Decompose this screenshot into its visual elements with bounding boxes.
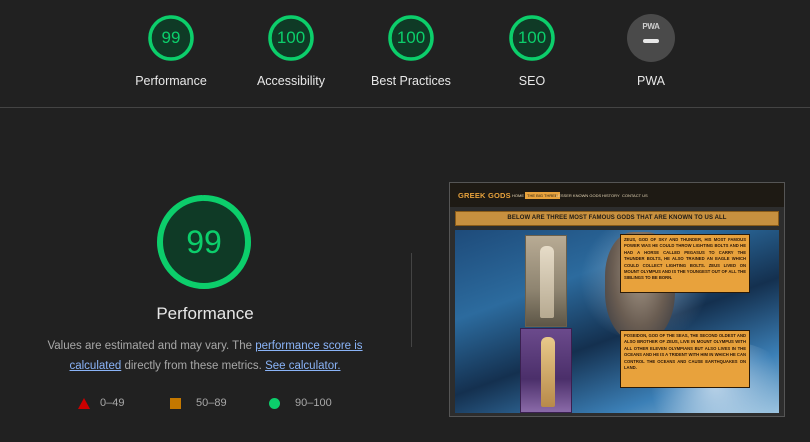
zeus-card: ZEUS, GOD OF SKY AND THUNDER, HIS MOST F… [620,234,750,293]
gauge-label: PWA [636,74,665,88]
legend-label: 50–89 [196,397,227,409]
zeus-statue-image [525,235,567,327]
site-nav-item: HOME [512,193,524,198]
site-banner-text: BELOW ARE THREE MOST FAMOUS GODS THAT AR… [507,215,727,221]
see-calculator-link[interactable]: See calculator. [265,360,340,372]
legend-label: 0–49 [100,397,125,409]
statue-figure [540,246,554,318]
final-screenshot[interactable]: GREEK GODS HOME THE BIG THREE LESSER KNO… [449,182,785,417]
site-nav-item-active: THE BIG THREE [525,192,560,199]
site-banner: BELOW ARE THREE MOST FAMOUS GODS THAT AR… [455,211,779,226]
score-ring: 100 [267,14,315,62]
site-nav: GREEK GODS HOME THE BIG THREE LESSER KNO… [450,183,784,207]
score-ring: 100 [508,14,556,62]
pwa-badge-text: PWA [642,22,660,31]
triangle-icon [78,398,90,409]
statue-figure [541,337,555,407]
poseidon-card: POSEIDON, GOD OF THE SEAS, THE SECOND OL… [620,330,750,388]
performance-description: Values are estimated and may vary. The p… [30,336,380,376]
score-value: 100 [517,28,547,47]
performance-gauge: 99 [155,193,253,291]
site-logo: GREEK GODS [458,191,511,200]
circle-icon [269,398,280,409]
divider [411,253,412,347]
desc-text: Values are estimated and may vary. The [47,340,256,352]
performance-score: 99 [186,224,222,260]
site-nav-item: CONTACT US [622,193,648,198]
poseidon-statue-image [520,328,572,413]
score-value: 100 [276,28,306,47]
category-summary: 99 Performance 100 Accessibility 100 Bes… [0,0,810,108]
gauge-accessibility[interactable]: 100 Accessibility [226,14,356,88]
performance-title: Performance [156,304,254,323]
gauge-pwa[interactable]: PWA PWA [586,14,716,88]
gauge-label: SEO [518,74,546,88]
score-ring: 99 [147,14,195,62]
pwa-badge: PWA [627,14,675,62]
desc-text: directly from these metrics. [121,360,266,372]
score-ring: 100 [387,14,435,62]
site-hero-image: ZEUS, GOD OF SKY AND THUNDER, HIS MOST F… [455,230,779,413]
gauge-label: Performance [135,74,207,88]
score-value: 99 [161,28,181,47]
gauge-seo[interactable]: 100 SEO [467,14,597,88]
gauge-performance[interactable]: 99 Performance [106,14,236,88]
dash-icon [643,39,659,43]
gauge-best-practices[interactable]: 100 Best Practices [346,14,476,88]
score-value: 100 [396,28,426,47]
gauge-label: Accessibility [256,74,326,88]
site-nav-item: LESSER KNOWN GODS [556,193,602,198]
site-nav-item: HISTORY [602,193,620,198]
gauge-label: Best Practices [371,74,451,88]
square-icon [170,398,181,409]
legend-label: 90–100 [295,397,332,409]
